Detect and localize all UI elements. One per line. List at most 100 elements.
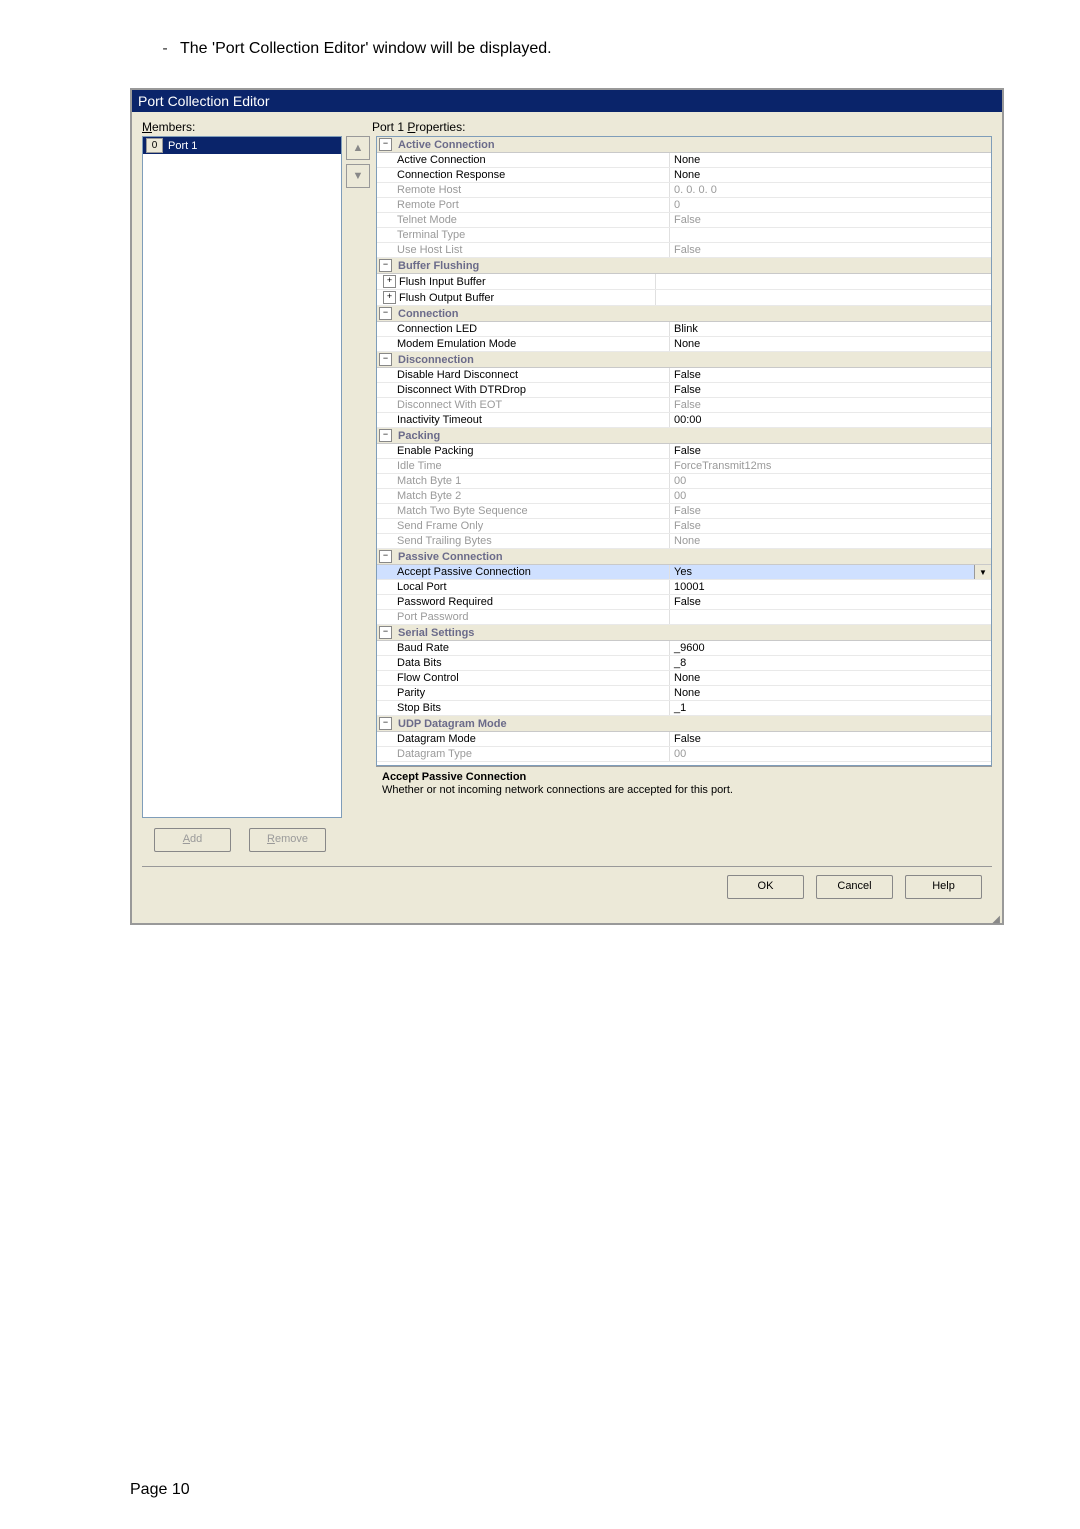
property-grid[interactable]: −Active ConnectionActive ConnectionNoneC… <box>376 136 992 766</box>
property-value[interactable]: None <box>670 671 991 685</box>
collapse-icon[interactable]: − <box>379 353 392 366</box>
property-row[interactable]: Datagram ModeFalse <box>377 732 991 747</box>
property-row[interactable]: Port Password <box>377 610 991 625</box>
category-row[interactable]: −Active Connection <box>377 137 991 153</box>
category-row[interactable]: −Passive Connection <box>377 549 991 565</box>
property-value[interactable]: False <box>670 504 991 518</box>
property-row[interactable]: Send Trailing BytesNone <box>377 534 991 549</box>
property-name: Send Trailing Bytes <box>377 534 670 548</box>
property-value[interactable] <box>656 290 991 305</box>
property-value[interactable]: False <box>670 519 991 533</box>
property-value[interactable]: None <box>670 686 991 700</box>
property-value[interactable]: 0 <box>670 198 991 212</box>
property-value[interactable]: Blink <box>670 322 991 336</box>
property-value[interactable]: False <box>670 732 991 746</box>
property-row[interactable]: Use Host ListFalse <box>377 243 991 258</box>
property-value[interactable]: _8 <box>670 656 991 670</box>
property-row[interactable]: Match Byte 100 <box>377 474 991 489</box>
property-row[interactable]: +Flush Output Buffer <box>377 290 991 306</box>
property-value[interactable]: False <box>670 213 991 227</box>
property-row[interactable]: Disconnect With EOTFalse <box>377 398 991 413</box>
members-listbox[interactable]: 0 Port 1 <box>142 136 342 818</box>
cancel-button[interactable]: Cancel <box>816 875 893 899</box>
property-row[interactable]: Baud Rate_9600 <box>377 641 991 656</box>
property-value[interactable]: 00 <box>670 489 991 503</box>
property-value[interactable]: 00:00 <box>670 413 991 427</box>
property-name: Accept Passive Connection <box>377 565 670 579</box>
ok-button[interactable]: OK <box>727 875 804 899</box>
category-row[interactable]: −Serial Settings <box>377 625 991 641</box>
property-row[interactable]: Stop Bits_1 <box>377 701 991 716</box>
move-up-button[interactable]: ▲ <box>346 136 370 160</box>
property-row[interactable]: Datagram Type00 <box>377 747 991 762</box>
property-value[interactable]: None <box>670 153 991 167</box>
property-row[interactable]: Terminal Type <box>377 228 991 243</box>
property-value[interactable]: 0. 0. 0. 0 <box>670 183 991 197</box>
property-value[interactable]: False <box>670 368 991 382</box>
page-number: Page 10 <box>130 1481 190 1499</box>
property-value[interactable]: False <box>670 243 991 257</box>
property-row[interactable]: Disable Hard DisconnectFalse <box>377 368 991 383</box>
property-value[interactable]: False <box>670 595 991 609</box>
property-name: Flow Control <box>377 671 670 685</box>
property-value[interactable] <box>670 228 991 242</box>
property-value[interactable]: False <box>670 383 991 397</box>
move-down-button[interactable]: ▼ <box>346 164 370 188</box>
property-row[interactable]: Telnet ModeFalse <box>377 213 991 228</box>
category-row[interactable]: −Connection <box>377 306 991 322</box>
property-row[interactable]: Active ConnectionNone <box>377 153 991 168</box>
property-row[interactable]: Connection ResponseNone <box>377 168 991 183</box>
property-row[interactable]: Inactivity Timeout00:00 <box>377 413 991 428</box>
collapse-icon[interactable]: − <box>379 626 392 639</box>
property-row[interactable]: Remote Port0 <box>377 198 991 213</box>
property-value[interactable]: 00 <box>670 474 991 488</box>
collapse-icon[interactable]: − <box>379 717 392 730</box>
resize-grip-icon[interactable]: ◢ <box>132 917 1002 923</box>
expand-icon[interactable]: + <box>383 275 396 288</box>
collapse-icon[interactable]: − <box>379 429 392 442</box>
property-row[interactable]: Match Byte 200 <box>377 489 991 504</box>
property-value[interactable]: _1 <box>670 701 991 715</box>
property-row[interactable]: Send Frame OnlyFalse <box>377 519 991 534</box>
property-row[interactable]: Connection LEDBlink <box>377 322 991 337</box>
property-value[interactable]: False <box>670 444 991 458</box>
property-value[interactable]: ForceTransmit12ms <box>670 459 991 473</box>
property-value[interactable]: None <box>670 337 991 351</box>
property-value[interactable]: _9600 <box>670 641 991 655</box>
dropdown-icon[interactable]: ▼ <box>974 565 991 579</box>
property-value[interactable]: Yes▼ <box>670 565 991 579</box>
property-value[interactable]: None <box>670 168 991 182</box>
property-row[interactable]: Enable PackingFalse <box>377 444 991 459</box>
property-row[interactable]: Flow ControlNone <box>377 671 991 686</box>
collapse-icon[interactable]: − <box>379 550 392 563</box>
property-row[interactable]: ParityNone <box>377 686 991 701</box>
collapse-icon[interactable]: − <box>379 138 392 151</box>
category-label: Active Connection <box>398 139 495 151</box>
property-value[interactable]: 00 <box>670 747 991 761</box>
property-row[interactable]: Match Two Byte SequenceFalse <box>377 504 991 519</box>
property-value[interactable]: False <box>670 398 991 412</box>
property-value[interactable] <box>670 610 991 624</box>
property-row[interactable]: Data Bits_8 <box>377 656 991 671</box>
property-value[interactable] <box>656 274 991 289</box>
collapse-icon[interactable]: − <box>379 259 392 272</box>
category-row[interactable]: −Disconnection <box>377 352 991 368</box>
collapse-icon[interactable]: − <box>379 307 392 320</box>
property-row[interactable]: Accept Passive ConnectionYes▼ <box>377 565 991 580</box>
category-row[interactable]: −Packing <box>377 428 991 444</box>
property-value[interactable]: None <box>670 534 991 548</box>
property-row[interactable]: +Flush Input Buffer <box>377 274 991 290</box>
member-item-port1[interactable]: 0 Port 1 <box>143 137 341 154</box>
expand-icon[interactable]: + <box>383 291 396 304</box>
category-row[interactable]: −Buffer Flushing <box>377 258 991 274</box>
property-row[interactable]: Password RequiredFalse <box>377 595 991 610</box>
property-row[interactable]: Local Port10001 <box>377 580 991 595</box>
property-row[interactable]: Disconnect With DTRDropFalse <box>377 383 991 398</box>
property-name: Enable Packing <box>377 444 670 458</box>
property-row[interactable]: Modem Emulation ModeNone <box>377 337 991 352</box>
category-row[interactable]: −UDP Datagram Mode <box>377 716 991 732</box>
property-row[interactable]: Idle TimeForceTransmit12ms <box>377 459 991 474</box>
property-row[interactable]: Remote Host0. 0. 0. 0 <box>377 183 991 198</box>
help-button[interactable]: Help <box>905 875 982 899</box>
property-value[interactable]: 10001 <box>670 580 991 594</box>
